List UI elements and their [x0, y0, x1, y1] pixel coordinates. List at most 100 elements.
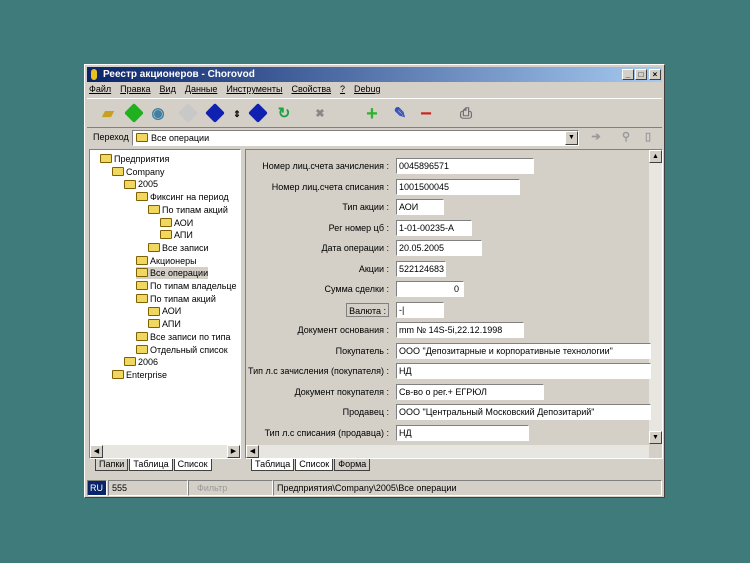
tree-item[interactable]: 2005	[124, 178, 158, 190]
tree-item[interactable]: АПИ	[148, 318, 181, 330]
filter-icon[interactable]: ⚲	[617, 128, 635, 146]
field-label: Номер лиц.счета зачисления :	[262, 161, 389, 171]
menu-tools[interactable]: Инструменты	[226, 82, 282, 97]
tree-hscrollbar[interactable]	[103, 445, 227, 458]
updown-icon[interactable]: ⇕	[228, 105, 246, 123]
up-icon[interactable]	[205, 103, 225, 123]
field-input[interactable]: НД	[396, 363, 651, 379]
down-icon[interactable]	[248, 103, 268, 123]
tab-list[interactable]: Список	[173, 459, 212, 471]
menu-file[interactable]: Файл	[89, 82, 111, 97]
tab-table[interactable]: Таблица	[129, 459, 173, 471]
app-icon	[91, 69, 97, 80]
add-icon[interactable]: +	[363, 104, 381, 124]
field-input[interactable]: ООО "Депозитарные и корпоративные технол…	[396, 342, 651, 359]
field-input[interactable]: ООО "Центральный Московский Депозитарий"	[396, 404, 651, 420]
tab-form-view[interactable]: Форма	[334, 459, 371, 471]
tree-item[interactable]: Фиксинг на период	[136, 191, 229, 203]
tab-list-view[interactable]: Список	[295, 459, 334, 471]
maximize-button[interactable]: □	[635, 69, 647, 80]
tree-item[interactable]: АОИ	[160, 217, 193, 229]
tree-item[interactable]: Enterprise	[112, 369, 167, 381]
field-input[interactable]: 522124683	[396, 260, 446, 277]
tree-item[interactable]: По типам акций	[136, 293, 216, 305]
menu-debug[interactable]: Debug	[354, 82, 381, 97]
tree-item-label: 2006	[138, 357, 159, 368]
filter-status[interactable]: Фильтр	[188, 480, 273, 496]
folder-icon	[124, 357, 136, 367]
tree-item-label: АПИ	[174, 230, 193, 241]
field-input[interactable]: АОИ	[396, 199, 444, 215]
folder-icon	[136, 293, 148, 303]
scroll-left-button[interactable]: ◀	[90, 445, 103, 458]
open-folder-icon[interactable]: ▰	[99, 105, 117, 123]
tree-item[interactable]: Все записи	[148, 242, 209, 254]
edit-icon[interactable]: ✎	[391, 105, 409, 123]
tree-item-label: Предприятия	[114, 154, 170, 164]
tree-item[interactable]: По типам владельце	[136, 280, 236, 292]
folder-icon	[148, 204, 160, 214]
tree-item[interactable]: Предприятия	[100, 153, 169, 165]
scroll-up-button[interactable]: ▲	[649, 150, 662, 163]
delete-doc-icon[interactable]: ✖	[311, 105, 329, 123]
tree-item[interactable]: Все операции	[136, 267, 209, 280]
field-input[interactable]: 20.05.2005	[396, 240, 482, 256]
field-input[interactable]: 0	[396, 281, 464, 297]
document-icon[interactable]: ▯	[639, 128, 657, 146]
refresh-globe-icon[interactable]: ◉	[149, 105, 167, 123]
tab-folders[interactable]: Папки	[95, 459, 129, 471]
tree-item[interactable]: Все записи по типа	[136, 331, 230, 343]
close-button[interactable]: ×	[649, 69, 661, 80]
go-icon[interactable]: ➔	[587, 128, 605, 146]
tree-item[interactable]: 2006	[124, 356, 158, 368]
field-input[interactable]: 0045896571	[396, 158, 534, 174]
field-input[interactable]: mm № 14S-5i,22.12.1998	[396, 322, 524, 338]
menu-data[interactable]: Данные	[185, 82, 218, 97]
field-input[interactable]: НД	[396, 424, 529, 441]
menu-view[interactable]: Вид	[160, 82, 176, 97]
field-input[interactable]: 1001500045	[396, 178, 520, 195]
right-tabs: Таблица Список Форма	[251, 459, 371, 471]
tree-item[interactable]: АОИ	[148, 305, 181, 317]
tree-item[interactable]: Company	[112, 166, 165, 178]
scroll-right-button[interactable]: ▶	[227, 445, 240, 458]
print-icon[interactable]: ⎙	[457, 105, 475, 123]
field-input[interactable]: -|	[396, 301, 444, 318]
tree-item[interactable]: АПИ	[160, 229, 193, 241]
field-label: Тип л.с списания (продавца) :	[264, 427, 389, 438]
menu-help[interactable]: ?	[340, 82, 345, 97]
form-scroll-left-button[interactable]: ◀	[246, 445, 259, 458]
folder-tree: Enterprise 2006 Отдельный список Все записи…	[89, 149, 241, 459]
folder-icon	[148, 306, 160, 316]
tree-item[interactable]: Акционеры	[136, 255, 197, 267]
field-label: Валюта :	[346, 302, 389, 317]
back-icon[interactable]	[124, 103, 144, 123]
field-label: Документ основания :	[297, 325, 389, 335]
form-vscrollbar[interactable]: ▲ ▼	[649, 150, 662, 444]
address-bar: Переход Все операции ▼ ➔ ⚲ ▯	[87, 128, 662, 148]
dropdown-arrow-icon[interactable]: ▼	[565, 131, 578, 145]
menu-properties[interactable]: Свойства	[291, 82, 331, 97]
record-form: ▲ ▼ ◀ Номер лиц.счета зачисления : 004589…	[245, 149, 663, 459]
address-combo[interactable]: Все операции ▼	[132, 130, 579, 146]
tree-item-label: Company	[126, 166, 165, 177]
title-bar: Реестр акционеров - Chorovod _ □ ×	[87, 67, 662, 82]
remove-icon[interactable]: −	[417, 104, 435, 124]
forward-icon[interactable]	[178, 103, 198, 123]
menu-edit[interactable]: Правка	[120, 82, 150, 97]
tree-item[interactable]: По типам акций	[148, 204, 228, 216]
form-hscrollbar[interactable]	[259, 445, 649, 458]
reload-doc-icon[interactable]: ↻	[275, 105, 293, 123]
minimize-button[interactable]: _	[622, 69, 634, 80]
scroll-down-button[interactable]: ▼	[649, 431, 662, 444]
field-input[interactable]: 1-01-00235-А	[396, 219, 472, 236]
folder-icon	[136, 344, 148, 354]
field-input[interactable]: Св-во о рег.+ ЕГРЮЛ	[396, 383, 544, 400]
tab-table-view[interactable]: Таблица	[251, 459, 295, 471]
address-label: Переход	[93, 132, 129, 142]
address-value: Все операции	[151, 133, 210, 143]
tree-item-label: 2005	[138, 179, 159, 190]
record-count: 555	[108, 480, 188, 496]
tree-item[interactable]: Отдельный список	[136, 344, 228, 356]
language-indicator[interactable]: RU	[87, 480, 107, 496]
